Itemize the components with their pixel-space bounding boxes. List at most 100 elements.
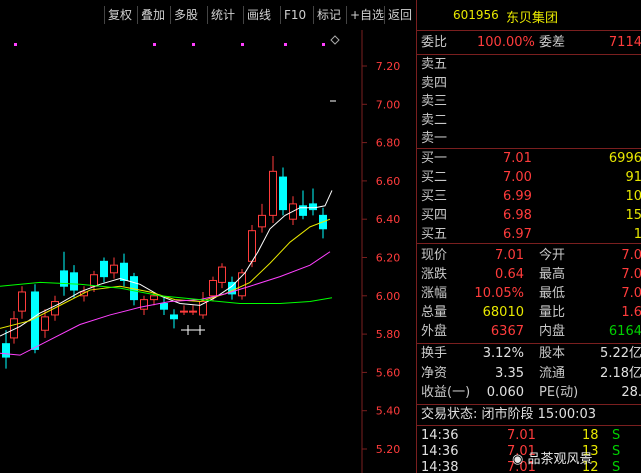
stat-label: 涨跌 [421, 267, 448, 282]
toolbar-button-4[interactable]: 画线 [243, 6, 274, 24]
buy-volume: 10 [625, 189, 641, 204]
trade-status: 交易状态: 闭市阶段 15:00:03 [421, 407, 597, 422]
candle-body [18, 291, 26, 312]
candle-body [309, 203, 317, 211]
buy-row: 买二 7.00 91 [417, 168, 641, 187]
sell-row: 卖三 [417, 92, 641, 111]
stock-code: 601956 [453, 8, 499, 22]
fin-value-2: 5.22亿 [600, 346, 641, 361]
buy-row: 买三 6.99 10 [417, 187, 641, 206]
weibi-label: 委比 [421, 35, 448, 50]
fin-label-2: 股本 [539, 346, 566, 361]
fin-label: 换手 [421, 346, 448, 361]
stat-value: 7.01 [495, 248, 524, 263]
fin-label-2: PE(动) [539, 385, 579, 400]
toolbar-button-0[interactable]: 复权 [104, 6, 135, 24]
candle-body [110, 264, 118, 274]
stat-label-2: 量比 [539, 305, 566, 320]
chart-background [0, 30, 416, 473]
candle-body [170, 314, 178, 320]
stat-label-2: 今开 [539, 248, 566, 263]
marker [322, 43, 325, 46]
buy-price: 6.98 [503, 208, 532, 223]
stat-value-2: 7.0 [621, 248, 641, 263]
stat-value-2: 6164 [608, 324, 641, 339]
buy-label: 买三 [421, 189, 448, 204]
y-tick-label: 6.00 [376, 290, 401, 303]
candle-body [31, 291, 39, 350]
fin-label: 收益(一) [421, 385, 471, 400]
stat-label-2: 最低 [539, 286, 566, 301]
stat-row: 涨跌 0.64 最高 7.0 [417, 265, 641, 284]
marker [241, 43, 244, 46]
y-tick-label: 6.60 [376, 175, 401, 188]
fin-row: 换手 3.12% 股本 5.22亿 [417, 344, 641, 363]
stat-row: 现价 7.01 今开 7.0 [417, 246, 641, 265]
candle-body [150, 295, 158, 301]
quote-header: 601956 东贝集团 [417, 0, 641, 31]
candle-body [209, 279, 217, 297]
buy-label: 买五 [421, 227, 448, 242]
y-tick-label: 7.00 [376, 98, 401, 111]
stat-value: 6367 [490, 324, 524, 339]
kline-chart[interactable]: 7.20 7.00 6.80 6.60 6.40 6.20 6.00 5.80 5.60 5.40… [0, 30, 416, 473]
fin-label-2: 流通 [539, 365, 566, 381]
sell-row: 卖二 [417, 111, 641, 130]
sell-label: 卖一 [421, 131, 448, 146]
marker [284, 43, 287, 46]
candle-body [279, 176, 287, 211]
sell-row: 卖一 [417, 129, 641, 148]
buy-volume: 91 [625, 170, 641, 185]
stat-value: 0.64 [495, 267, 524, 282]
candle-body [218, 266, 226, 283]
toolbar-button-8[interactable]: 返回 [384, 6, 415, 24]
fin-value: 3.35 [495, 365, 524, 381]
candle-body [269, 170, 277, 216]
toolbar-button-2[interactable]: 多股 [170, 6, 201, 24]
toolbar-button-3[interactable]: 统计 [207, 6, 238, 24]
fin-value: 0.060 [486, 385, 524, 400]
stat-label-2: 最高 [539, 267, 566, 282]
toolbar-button-7[interactable]: +自选 [346, 6, 387, 24]
stat-value: 10.05% [474, 286, 524, 301]
stat-label: 外盘 [421, 324, 448, 339]
buy-label: 买四 [421, 208, 448, 223]
fin-label: 净资 [421, 365, 448, 381]
weicha-label: 委差 [539, 35, 566, 50]
toolbar-button-6[interactable]: 标记 [313, 6, 344, 24]
candle-body [2, 343, 10, 358]
y-tick-label: 5.60 [376, 366, 401, 379]
y-tick-label: 5.40 [376, 405, 401, 418]
buy-volume: 6996 [608, 151, 641, 166]
fin-row: 净资 3.35 流通 2.18亿 [417, 364, 641, 383]
weibi-row: 委比 100.00% 委差 7114 [417, 33, 641, 52]
watermark: ◉ 品茶观风景 [512, 452, 593, 467]
y-tick-label: 6.80 [376, 137, 401, 150]
candle-body [90, 274, 98, 287]
weibi-value: 100.00% [477, 35, 535, 50]
stat-label: 总量 [421, 305, 448, 320]
stat-value-2: 1.6 [621, 305, 641, 320]
sell-row: 卖五 [417, 55, 641, 74]
tick-time: 14:38 [421, 460, 459, 473]
sell-label: 卖三 [421, 94, 448, 109]
buy-price: 6.99 [503, 189, 532, 204]
divider [417, 243, 641, 244]
buy-price: 7.01 [503, 151, 532, 166]
fin-value-2: 28. [621, 385, 641, 400]
marker [14, 43, 17, 46]
weicha-value: 7114 [608, 35, 641, 50]
candle-body [100, 260, 108, 278]
y-tick-label: 6.20 [376, 252, 401, 265]
toolbar-button-1[interactable]: 叠加 [137, 6, 168, 24]
buy-row: 买一 7.01 6996 [417, 149, 641, 168]
buy-price: 6.97 [503, 227, 532, 242]
y-tick-label: 6.40 [376, 213, 401, 226]
stat-value: 68010 [482, 305, 524, 320]
sell-label: 卖四 [421, 75, 448, 91]
toolbar-button-5[interactable]: F10 [280, 6, 309, 24]
candle-body [120, 262, 128, 281]
stat-value-2: 7.0 [621, 286, 641, 301]
marker [153, 43, 156, 46]
weibo-icon: ◉ [512, 452, 528, 467]
